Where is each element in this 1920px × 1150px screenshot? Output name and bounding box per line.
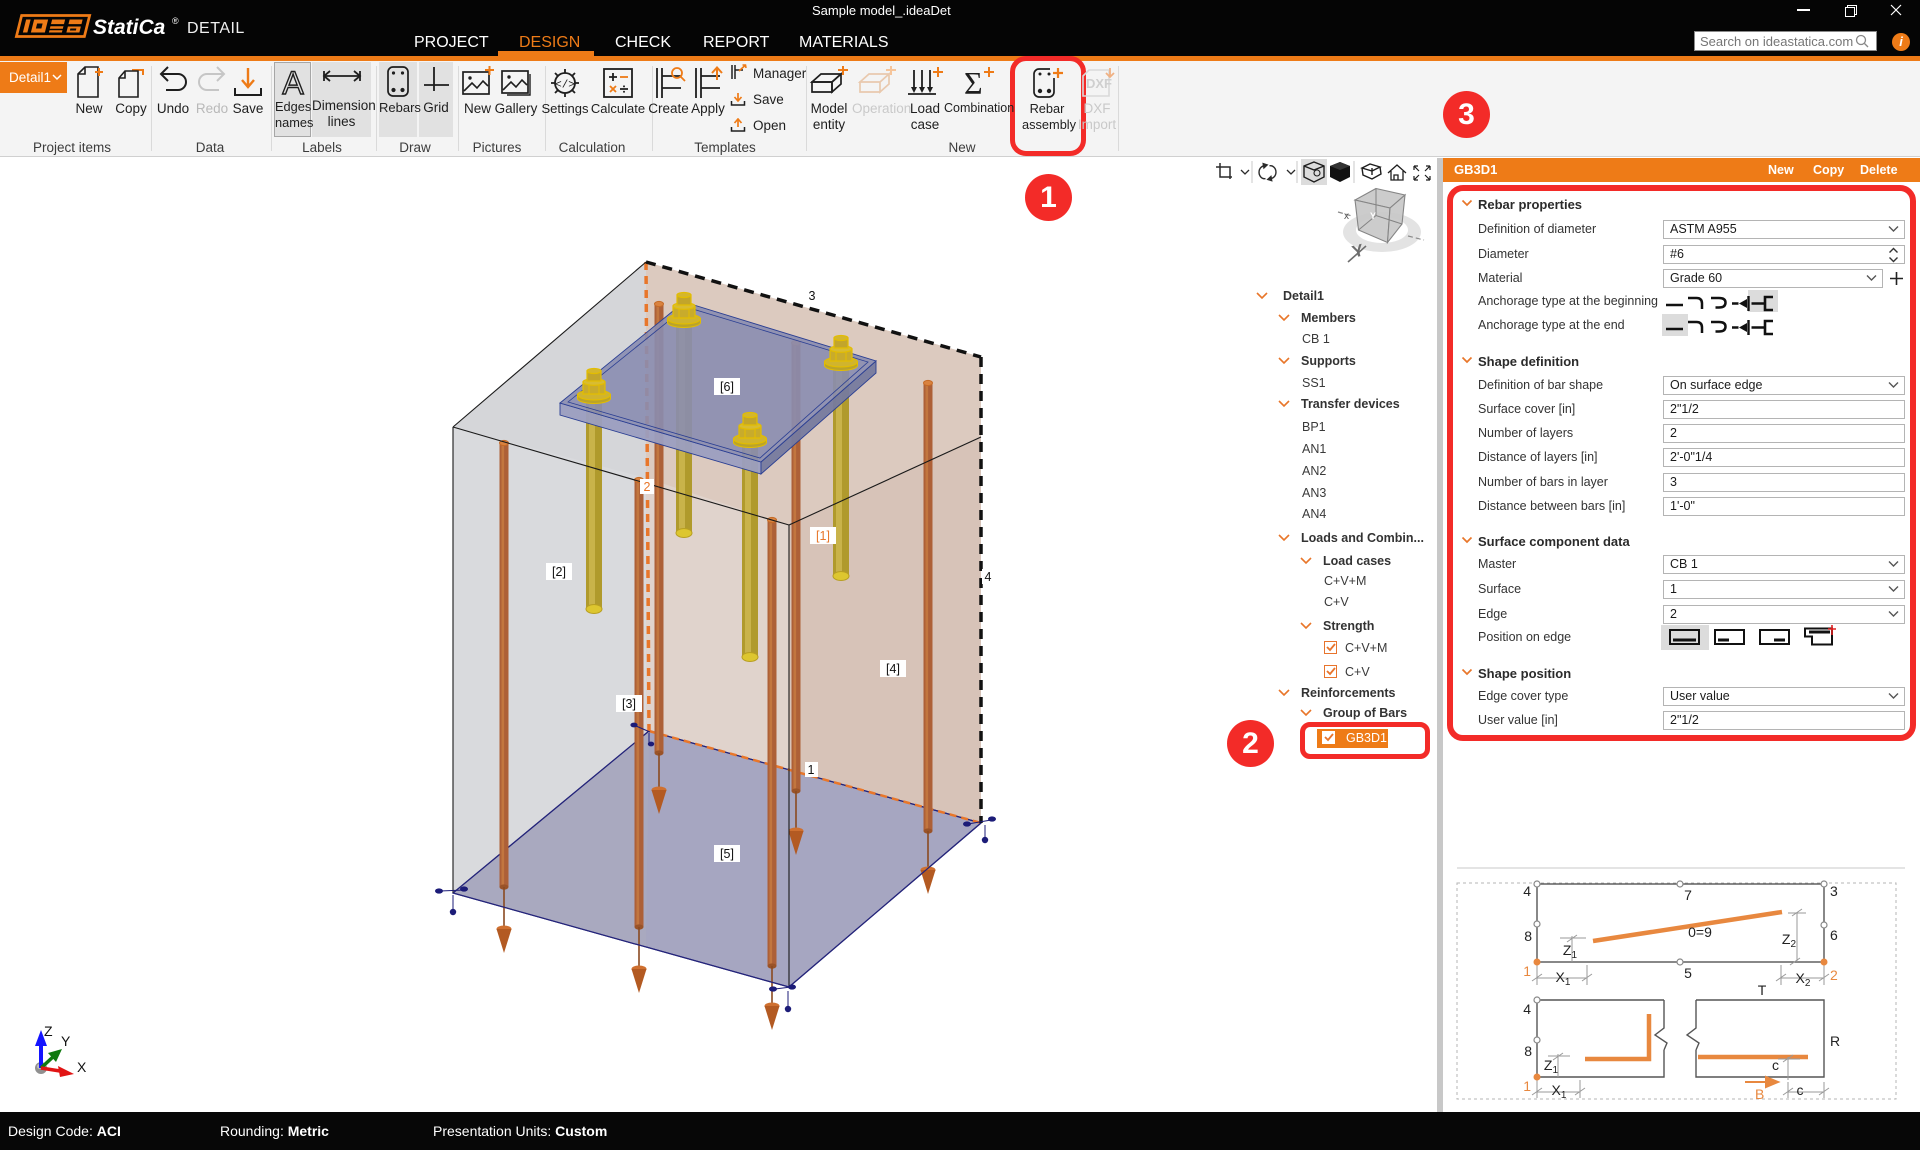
svg-text:Y: Y bbox=[61, 1033, 71, 1049]
svg-text:[3]: [3] bbox=[622, 697, 636, 711]
svg-text:[1]: [1] bbox=[816, 529, 830, 543]
svg-text:8: 8 bbox=[1524, 928, 1532, 944]
svg-text:4: 4 bbox=[985, 570, 992, 584]
svg-text:[5]: [5] bbox=[720, 847, 734, 861]
svg-text:8: 8 bbox=[1524, 1043, 1532, 1059]
svg-text:X1: X1 bbox=[1552, 1082, 1567, 1101]
svg-text:®: ® bbox=[172, 16, 179, 26]
svg-text:Y: Y bbox=[1370, 211, 1376, 221]
svg-text:StatiCa: StatiCa bbox=[93, 16, 166, 39]
svg-text:</>: </> bbox=[555, 80, 575, 92]
svg-text:5: 5 bbox=[1684, 965, 1692, 981]
svg-text:[2]: [2] bbox=[552, 565, 566, 579]
svg-text:2: 2 bbox=[1830, 967, 1838, 983]
svg-text:X2: X2 bbox=[1796, 970, 1811, 989]
svg-text:2: 2 bbox=[644, 480, 651, 494]
svg-text:Z1: Z1 bbox=[1544, 1057, 1559, 1076]
svg-text:1: 1 bbox=[1523, 963, 1531, 979]
svg-text:Z1: Z1 bbox=[1563, 942, 1578, 961]
svg-text:B: B bbox=[1755, 1086, 1764, 1102]
svg-text:c: c bbox=[1772, 1057, 1779, 1073]
svg-text:x: x bbox=[1344, 211, 1349, 222]
svg-text:c: c bbox=[1797, 1082, 1804, 1098]
svg-text:Z: Z bbox=[44, 1023, 53, 1039]
svg-text:A: A bbox=[282, 66, 304, 98]
svg-text:X: X bbox=[77, 1059, 87, 1075]
svg-text:6: 6 bbox=[1830, 927, 1838, 943]
svg-text:1: 1 bbox=[808, 763, 815, 777]
svg-text:0=9: 0=9 bbox=[1688, 924, 1712, 940]
svg-text:3: 3 bbox=[1830, 883, 1838, 899]
svg-text:4: 4 bbox=[1523, 883, 1531, 899]
svg-text:Σ: Σ bbox=[964, 66, 983, 100]
svg-text:DXF: DXF bbox=[1086, 76, 1112, 91]
svg-text:X1: X1 bbox=[1556, 969, 1571, 988]
svg-text:1: 1 bbox=[1523, 1078, 1531, 1094]
svg-text:[6]: [6] bbox=[720, 380, 734, 394]
svg-text:4: 4 bbox=[1523, 1001, 1531, 1017]
svg-text:R: R bbox=[1830, 1033, 1840, 1049]
svg-text:7: 7 bbox=[1684, 887, 1692, 903]
svg-text:[4]: [4] bbox=[886, 662, 900, 676]
svg-text:T: T bbox=[1758, 982, 1767, 998]
svg-text:DETAIL: DETAIL bbox=[187, 20, 244, 37]
svg-text:3: 3 bbox=[809, 289, 816, 303]
svg-text:Z2: Z2 bbox=[1782, 931, 1797, 950]
